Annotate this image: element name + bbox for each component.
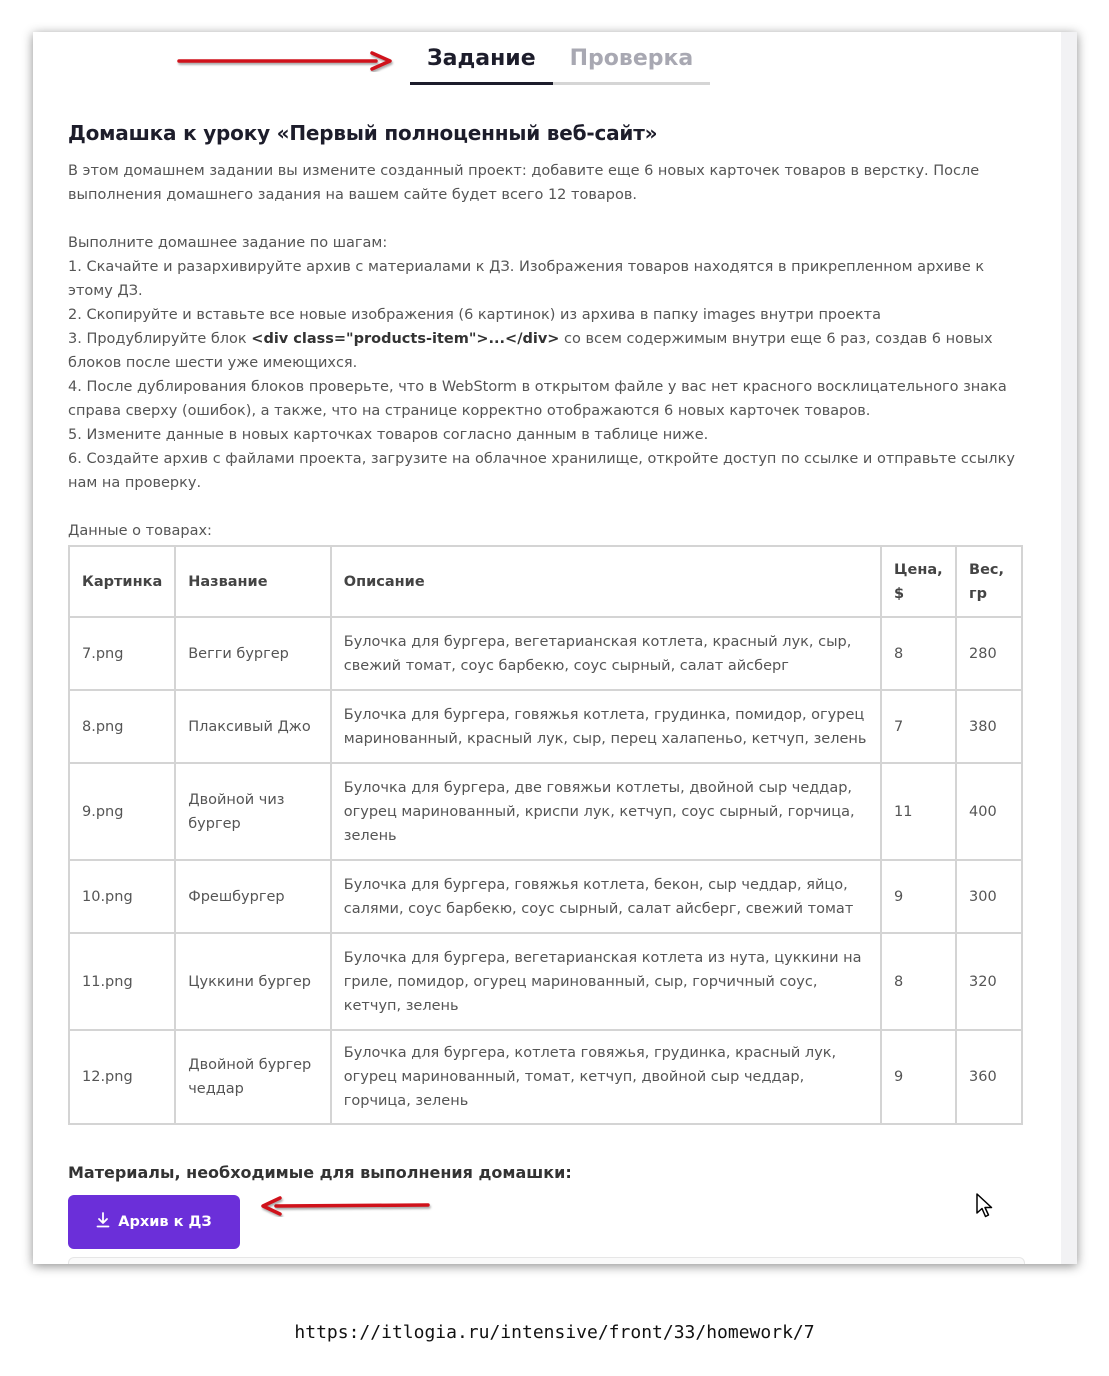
- cell-weight: 320: [955, 932, 1023, 1031]
- main-content: Домашка к уроку «Первый полноценный веб-…: [67, 118, 1023, 1249]
- cell-name: Плаксивый Джо: [174, 689, 332, 764]
- cell-name: Двойной чиз бургер: [174, 762, 332, 861]
- cell-image: 7.png: [67, 616, 177, 691]
- step-3-text: 3. Продублируйте блок: [68, 331, 252, 347]
- download-button-label: Архив к ДЗ: [118, 1214, 212, 1230]
- table-caption: Данные о товарах:: [68, 523, 212, 539]
- cell-price: 8: [880, 616, 958, 691]
- cell-name: Двойной бургер чеддар: [174, 1029, 332, 1125]
- table-row: 7.png Вегги бургер Булочка для бургера, …: [67, 616, 1023, 691]
- cell-description: Булочка для бургера, вегетарианская котл…: [329, 616, 883, 691]
- page-title: Домашка к уроку «Первый полноценный веб-…: [68, 121, 658, 145]
- cell-weight: 400: [955, 762, 1023, 861]
- step-6: 6. Создайте архив с файлами проекта, заг…: [68, 451, 1015, 491]
- tab-review[interactable]: Проверка: [552, 44, 711, 85]
- intro-paragraph: В этом домашнем задании вы измените созд…: [68, 163, 980, 203]
- header-price: Цена, $: [880, 545, 958, 618]
- cell-description: Булочка для бургера, две говяжьи котлеты…: [329, 762, 883, 861]
- cell-image: 10.png: [67, 859, 177, 934]
- step-2: 2. Скопируйте и вставьте все новые изобр…: [68, 307, 882, 323]
- cell-image: 9.png: [67, 762, 177, 861]
- step-1: 1. Скачайте и разархивируйте архив с мат…: [68, 259, 985, 299]
- cell-weight: 380: [955, 689, 1023, 764]
- download-archive-button[interactable]: Архив к ДЗ: [68, 1195, 240, 1249]
- table-row: 10.png Фрешбургер Булочка для бургера, г…: [67, 859, 1023, 934]
- cell-image: 11.png: [67, 932, 177, 1031]
- materials-heading: Материалы, необходимые для выполнения до…: [68, 1163, 572, 1182]
- cell-description: Булочка для бургера, говяжья котлета, гр…: [329, 689, 883, 764]
- products-table: Картинка Название Описание Цена, $ Вес, …: [67, 545, 1023, 1125]
- cell-weight: 300: [955, 859, 1023, 934]
- tab-bar: Задание Проверка: [410, 44, 711, 85]
- assignment-text: В этом домашнем задании вы измените созд…: [68, 159, 1023, 543]
- cell-description: Булочка для бургера, котлета говяжья, гр…: [329, 1029, 883, 1125]
- cell-name: Фрешбургер: [174, 859, 332, 934]
- page-url-caption: https://itlogia.ru/intensive/front/33/ho…: [294, 1322, 815, 1343]
- cell-weight: 360: [955, 1029, 1023, 1125]
- table-row: 8.png Плаксивый Джо Булочка для бургера,…: [67, 689, 1023, 764]
- code-snippet: <div class="products-item">...</div>: [251, 331, 560, 347]
- cell-image: 12.png: [67, 1029, 177, 1125]
- table-row: 11.png Цуккини бургер Булочка для бургер…: [67, 932, 1023, 1031]
- header-weight: Вес, гр: [955, 545, 1023, 618]
- cell-price: 7: [880, 689, 958, 764]
- table-row: 12.png Двойной бургер чеддар Булочка для…: [67, 1029, 1023, 1125]
- cell-description: Булочка для бургера, говяжья котлета, бе…: [329, 859, 883, 934]
- download-icon: [96, 1212, 110, 1232]
- step-5: 5. Измените данные в новых карточках тов…: [68, 427, 709, 443]
- header-image: Картинка: [67, 545, 177, 618]
- cell-price: 9: [880, 859, 958, 934]
- cell-image: 8.png: [67, 689, 177, 764]
- table-row: 9.png Двойной чиз бургер Булочка для бур…: [67, 762, 1023, 861]
- annotation-arrow-right-icon: [177, 51, 392, 71]
- tab-assignment[interactable]: Задание: [410, 44, 553, 85]
- cell-price: 11: [880, 762, 958, 861]
- cell-weight: 280: [955, 616, 1023, 691]
- header-name: Название: [174, 545, 332, 618]
- page-frame: Задание Проверка Домашка к уроку «Первый…: [33, 32, 1077, 1264]
- step-4: 4. После дублирования блоков проверьте, …: [68, 379, 1007, 419]
- mouse-cursor-icon: [976, 1193, 993, 1218]
- header-description: Описание: [329, 545, 883, 618]
- steps-heading: Выполните домашнее задание по шагам:: [68, 235, 388, 251]
- scrollbar[interactable]: [1061, 32, 1077, 1264]
- cell-price: 8: [880, 932, 958, 1031]
- cell-name: Вегги бургер: [174, 616, 332, 691]
- next-section-card: [68, 1257, 1025, 1264]
- annotation-arrow-left-icon: [261, 1196, 430, 1216]
- table-header-row: Картинка Название Описание Цена, $ Вес, …: [67, 545, 1023, 618]
- cell-description: Булочка для бургера, вегетарианская котл…: [329, 932, 883, 1031]
- cell-price: 9: [880, 1029, 958, 1125]
- cell-name: Цуккини бургер: [174, 932, 332, 1031]
- step-3: 3. Продублируйте блок <div class="produc…: [68, 327, 1023, 375]
